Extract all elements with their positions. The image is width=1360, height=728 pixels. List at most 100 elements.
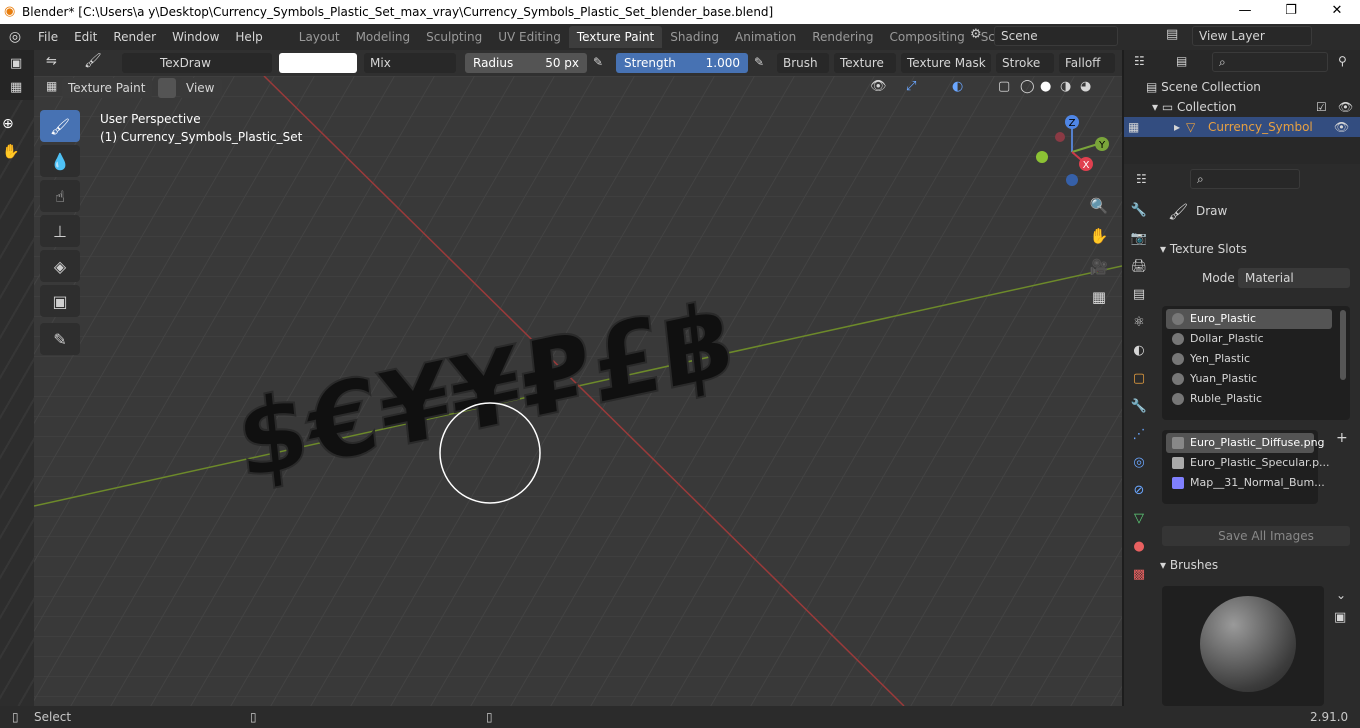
view-layer-selector[interactable]: View Layer bbox=[1192, 26, 1312, 46]
properties-editor-icon[interactable]: ☷ bbox=[1136, 172, 1147, 186]
radius-slider[interactable]: Radius 50 px bbox=[465, 53, 587, 73]
pan-icon[interactable]: ✋ bbox=[2, 144, 19, 160]
tab-texture-paint[interactable]: Texture Paint bbox=[568, 26, 663, 48]
gizmo-toggle-icon[interactable]: ⤢ bbox=[906, 79, 916, 94]
editor-type-icon[interactable]: ▣ bbox=[10, 56, 22, 71]
material-shading-icon[interactable]: ◑ bbox=[1060, 79, 1071, 94]
scene-collection-row[interactable]: ▤ Scene Collection bbox=[1146, 77, 1261, 97]
menu-render[interactable]: Render bbox=[105, 30, 164, 44]
stroke-menu[interactable]: Stroke bbox=[996, 53, 1054, 73]
view-layer-tab-icon[interactable]: ▤ bbox=[1124, 280, 1154, 308]
fill-tool-icon[interactable]: ◈ bbox=[40, 250, 80, 282]
annotate-tool-icon[interactable]: ✎ bbox=[40, 323, 80, 355]
strength-slider[interactable]: Strength 1.000 bbox=[616, 53, 748, 73]
pan-view-icon[interactable]: ✋ bbox=[1086, 223, 1112, 249]
list-item[interactable]: Euro_Plastic_Specular.p... bbox=[1166, 453, 1330, 473]
overlay-toggle-icon[interactable]: ◐ bbox=[952, 79, 963, 94]
solid-shading-icon[interactable]: ● bbox=[1040, 79, 1051, 94]
particles-tab-icon[interactable]: ⋰ bbox=[1124, 420, 1154, 448]
mode-icon[interactable]: ⇋ bbox=[46, 54, 57, 69]
save-all-images-button[interactable]: Save All Images bbox=[1162, 526, 1350, 546]
output-tab-icon[interactable]: 🖨 bbox=[1124, 252, 1154, 280]
object-row[interactable]: ▦ ▸ ▽ Currency_Symbols_P 👁 bbox=[1124, 117, 1360, 137]
brush-icon[interactable]: 🖌 bbox=[84, 53, 102, 69]
list-item[interactable]: Yen_Plastic bbox=[1166, 349, 1332, 369]
close-button[interactable]: ✕ bbox=[1314, 0, 1360, 24]
menu-edit[interactable]: Edit bbox=[66, 30, 105, 44]
filter-icon[interactable]: ⚲ bbox=[1338, 54, 1347, 68]
list-item[interactable]: Yuan_Plastic bbox=[1166, 369, 1332, 389]
physics-tab-icon[interactable]: ◎ bbox=[1124, 448, 1154, 476]
texture-mask-menu[interactable]: Texture Mask bbox=[901, 53, 991, 73]
checker-icon[interactable]: ▦ bbox=[10, 80, 22, 95]
zoom-icon[interactable]: ⊕ bbox=[2, 116, 14, 132]
blend-mode-select[interactable]: Mix bbox=[364, 53, 456, 73]
collection-checkbox[interactable]: ☑ bbox=[1316, 97, 1327, 117]
outliner-display-icon[interactable]: ▤ bbox=[1176, 54, 1187, 68]
render-tab-icon[interactable]: 📷 bbox=[1124, 224, 1154, 252]
tab-rendering[interactable]: Rendering bbox=[804, 26, 881, 48]
tab-uv-editing[interactable]: UV Editing bbox=[490, 26, 569, 48]
mask-tool-icon[interactable]: ▣ bbox=[40, 285, 80, 317]
brush-menu[interactable]: Brush bbox=[777, 53, 829, 73]
navigation-gizmo[interactable]: Z Y X bbox=[1030, 112, 1120, 192]
visibility-icon[interactable]: 👁 bbox=[870, 79, 887, 94]
rendered-shading-icon[interactable]: ◕ bbox=[1080, 79, 1091, 94]
camera-view-icon[interactable]: 🎥 bbox=[1086, 254, 1112, 280]
outliner-editor-icon[interactable]: ☷ bbox=[1134, 54, 1145, 68]
menu-help[interactable]: Help bbox=[227, 30, 270, 44]
expand-object-icon[interactable]: ▸ bbox=[1174, 117, 1180, 137]
mode-dropdown[interactable]: Material bbox=[1238, 268, 1350, 288]
world-tab-icon[interactable]: ◐ bbox=[1124, 336, 1154, 364]
ortho-grid-icon[interactable]: ▦ bbox=[1086, 284, 1112, 310]
mode-selector[interactable]: Texture Paint bbox=[62, 78, 152, 98]
tab-sculpting[interactable]: Sculpting bbox=[418, 26, 490, 48]
radius-pressure-icon[interactable]: ✎ bbox=[593, 55, 603, 69]
list-item[interactable]: Euro_Plastic bbox=[1166, 309, 1332, 329]
tab-compositing[interactable]: Compositing bbox=[881, 26, 972, 48]
texture-menu[interactable]: Texture bbox=[834, 53, 896, 73]
object-tab-icon[interactable]: ▢ bbox=[1124, 364, 1154, 392]
tab-layout[interactable]: Layout bbox=[291, 26, 348, 48]
texture-tab-icon[interactable]: ▩ bbox=[1124, 560, 1154, 588]
expand-collection-icon[interactable]: ▾ bbox=[1152, 100, 1162, 114]
object-visibility-icon[interactable]: 👁 bbox=[1334, 117, 1349, 137]
strength-pressure-icon[interactable]: ✎ bbox=[754, 55, 764, 69]
list-item[interactable]: Euro_Plastic_Diffuse.png bbox=[1166, 433, 1325, 453]
list-item[interactable]: Map__31_Normal_Bum... bbox=[1166, 473, 1325, 493]
zoom-view-icon[interactable]: 🔍 bbox=[1086, 193, 1112, 219]
data-tab-icon[interactable]: ▽ bbox=[1124, 504, 1154, 532]
constraints-tab-icon[interactable]: ⊘ bbox=[1124, 476, 1154, 504]
list-item[interactable]: Dollar_Plastic bbox=[1166, 329, 1332, 349]
blender-menu-icon[interactable]: ◎ bbox=[0, 29, 30, 45]
xray-toggle-icon[interactable]: ▢ bbox=[998, 79, 1010, 94]
tab-modeling[interactable]: Modeling bbox=[348, 26, 419, 48]
scene-selector[interactable]: Scene bbox=[994, 26, 1118, 46]
smear-tool-icon[interactable]: ☝ bbox=[40, 180, 80, 212]
add-image-icon[interactable]: + bbox=[1336, 430, 1348, 446]
tool-tab-icon[interactable]: 🔧 bbox=[1124, 196, 1154, 224]
tab-shading[interactable]: Shading bbox=[662, 26, 727, 48]
view-menu[interactable]: View bbox=[180, 78, 222, 98]
properties-search[interactable]: ⌕ bbox=[1190, 169, 1300, 189]
brush-image-icon[interactable]: ▣ bbox=[1334, 610, 1346, 625]
brush-name-field[interactable]: TexDraw bbox=[122, 53, 272, 73]
collection-row[interactable]: ▾ ▭ Collection ☑ 👁 bbox=[1152, 97, 1356, 117]
color-swatch[interactable] bbox=[279, 53, 357, 73]
menu-window[interactable]: Window bbox=[164, 30, 227, 44]
material-tab-icon[interactable]: ● bbox=[1124, 532, 1154, 560]
texture-slots-header[interactable]: ▾ Texture Slots bbox=[1160, 242, 1247, 256]
brush-preview[interactable] bbox=[1162, 586, 1324, 706]
outliner-search[interactable]: ⌕ bbox=[1212, 52, 1328, 72]
menu-file[interactable]: File bbox=[30, 30, 66, 44]
brush-dropdown-icon[interactable]: ⌄ bbox=[1336, 588, 1346, 602]
soften-tool-icon[interactable]: 💧 bbox=[40, 145, 80, 177]
scene-tab-icon[interactable]: ⚛ bbox=[1124, 308, 1154, 336]
3d-viewport[interactable]: $€¥¥₽£฿ bbox=[34, 76, 1122, 706]
modifier-tab-icon[interactable]: 🔧 bbox=[1124, 392, 1154, 420]
paint-mask-toggle[interactable] bbox=[158, 78, 176, 98]
tab-animation[interactable]: Animation bbox=[727, 26, 804, 48]
list-item[interactable]: Ruble_Plastic bbox=[1166, 389, 1332, 409]
minimize-button[interactable]: — bbox=[1222, 0, 1268, 24]
brushes-header[interactable]: ▾ Brushes bbox=[1160, 558, 1218, 572]
